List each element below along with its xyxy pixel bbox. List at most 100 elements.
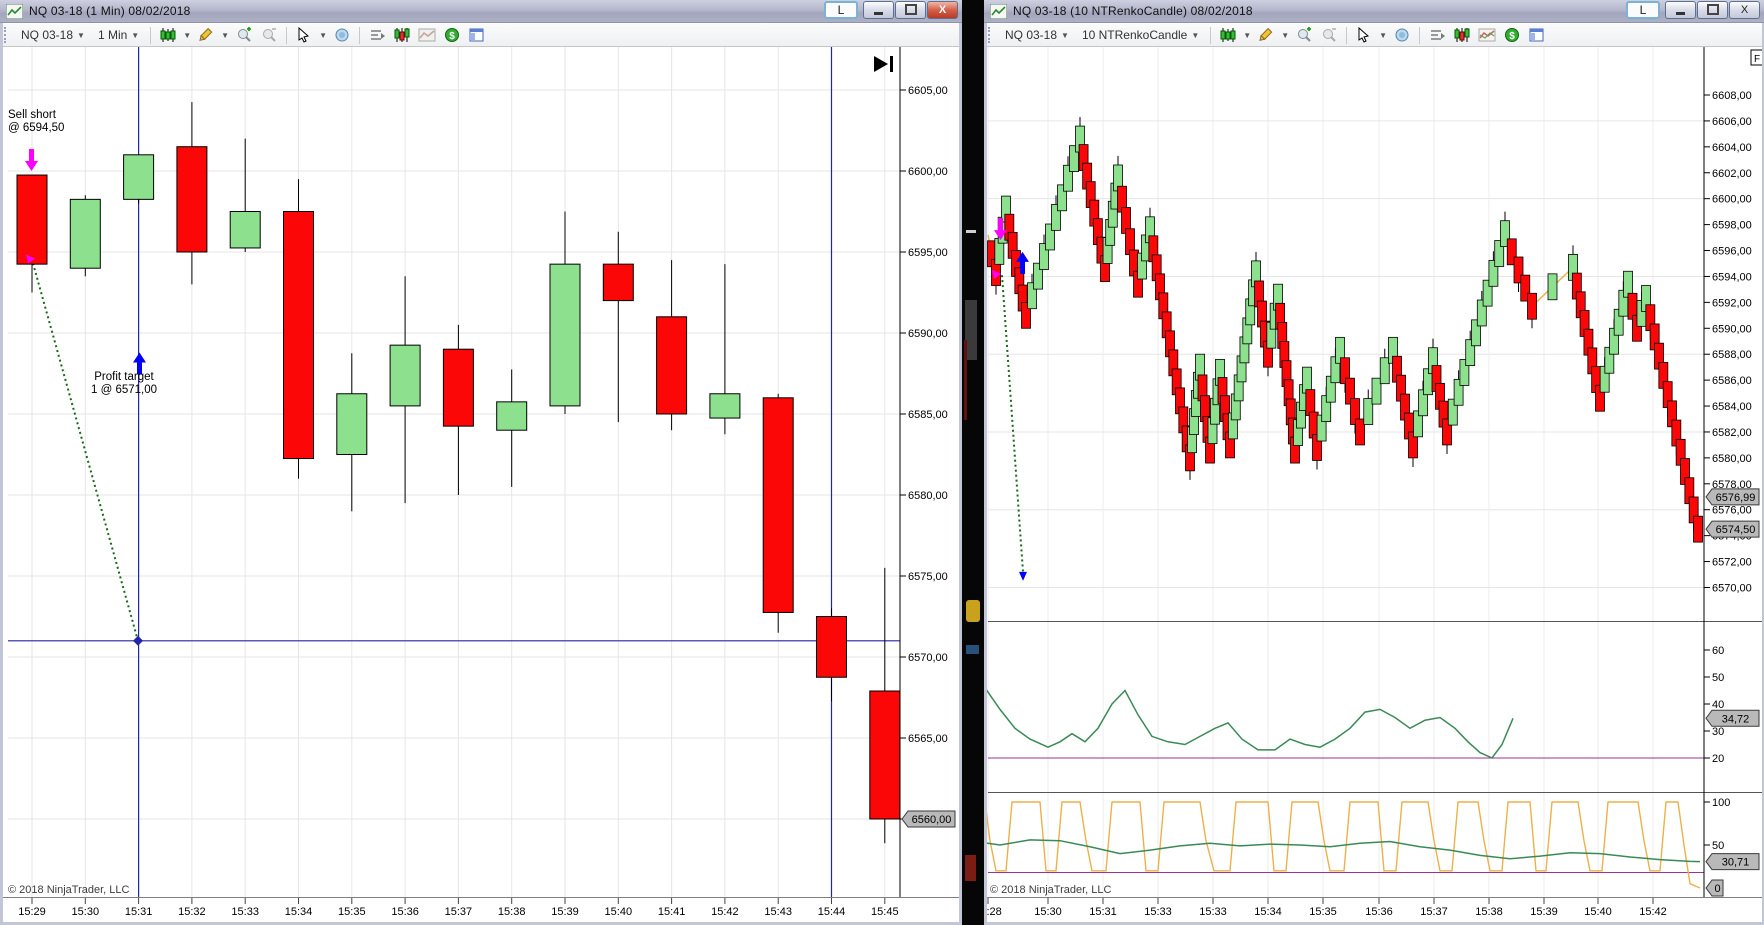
price-badge: 6576,99 xyxy=(1705,488,1760,506)
svg-text:6560,00: 6560,00 xyxy=(912,814,952,826)
svg-text:15:31: 15:31 xyxy=(1089,906,1117,918)
toolbar-separator xyxy=(1210,26,1212,44)
background-strip xyxy=(962,0,984,925)
svg-text:15:30: 15:30 xyxy=(1034,906,1062,918)
play-to-end-icon[interactable] xyxy=(874,56,893,72)
svg-text:15:31: 15:31 xyxy=(125,906,153,918)
background-artifact xyxy=(966,600,980,622)
chart-trader-button[interactable] xyxy=(1452,26,1472,44)
interval-selector[interactable]: 1 Min ▼ xyxy=(94,27,143,43)
background-artifact xyxy=(964,340,967,420)
chart-trader-button[interactable] xyxy=(392,26,412,44)
svg-text:6580,00: 6580,00 xyxy=(1712,453,1752,465)
svg-text:6600,00: 6600,00 xyxy=(908,166,948,178)
interval-selector[interactable]: 10 NTRenkoCandle ▼ xyxy=(1078,27,1203,43)
toolbar-renko: NQ 03-18 ▼ 10 NTRenkoCandle ▼ ▼ ▼ ▼ $ xyxy=(984,24,1764,47)
instrument-selector[interactable]: NQ 03-18 ▼ xyxy=(1001,27,1073,43)
data-series-button[interactable] xyxy=(1427,26,1447,44)
zoom-out-button[interactable] xyxy=(1319,26,1339,44)
chevron-down-icon[interactable]: ▼ xyxy=(319,31,327,40)
price-badge: 0 xyxy=(1705,879,1724,897)
titlebar-1min[interactable]: NQ 03-18 (1 Min) 08/02/2018 L X xyxy=(0,0,962,23)
properties-button[interactable] xyxy=(1527,26,1547,44)
svg-text:15:40: 15:40 xyxy=(1584,906,1612,918)
drawing-tools-button[interactable] xyxy=(1256,26,1276,44)
chevron-down-icon: ▼ xyxy=(131,30,140,40)
close-button[interactable]: X xyxy=(927,0,958,19)
svg-text:@ 6594,50: @ 6594,50 xyxy=(8,122,64,134)
minimize-button[interactable] xyxy=(1665,0,1696,19)
chevron-down-icon[interactable]: ▼ xyxy=(221,31,229,40)
svg-text:15:32: 15:32 xyxy=(178,906,206,918)
close-button[interactable]: X xyxy=(1729,0,1760,19)
svg-text:0: 0 xyxy=(1714,883,1720,895)
crosshair-button[interactable] xyxy=(1392,26,1412,44)
renko-chart[interactable]: 6608,00 6606,00 6604,00 6602,00 6600,00 6598,… xyxy=(984,47,1764,925)
session-vlines xyxy=(138,47,833,897)
price-badge: 30,71 xyxy=(1705,853,1760,871)
toolbar-separator xyxy=(1419,26,1421,44)
svg-text:$: $ xyxy=(1509,31,1515,42)
zoom-in-button[interactable] xyxy=(1294,26,1314,44)
toolbar-separator xyxy=(150,26,152,44)
price-axis: 6605,00 6600,00 6595,00 6590,00 6585,00 6580,… xyxy=(899,47,956,897)
dollar-button[interactable]: $ xyxy=(442,26,462,44)
chart-style-button[interactable] xyxy=(1218,26,1238,44)
svg-text:15:29: 15:29 xyxy=(18,906,46,918)
indicators-button[interactable] xyxy=(1477,26,1497,44)
svg-text:15:28: 15:28 xyxy=(984,906,1002,918)
toolbar-1min: NQ 03-18 ▼ 1 Min ▼ ▼ ▼ ▼ $ xyxy=(0,24,962,47)
toolbar-separator xyxy=(358,26,360,44)
svg-text:30,71: 30,71 xyxy=(1722,857,1750,869)
svg-text:$: $ xyxy=(449,31,455,42)
dollar-button[interactable]: $ xyxy=(1502,26,1522,44)
svg-text:15:39: 15:39 xyxy=(1530,906,1558,918)
svg-text:15:44: 15:44 xyxy=(818,906,846,918)
chevron-down-icon: ▼ xyxy=(1191,30,1200,40)
svg-text:15:38: 15:38 xyxy=(498,906,526,918)
indicator-line xyxy=(984,839,1701,863)
svg-text:Sell short: Sell short xyxy=(8,109,57,121)
zoom-in-button[interactable] xyxy=(234,26,254,44)
titlebar-renko[interactable]: NQ 03-18 (10 NTRenkoCandle) 08/02/2018 L… xyxy=(984,0,1764,23)
svg-text:6606,00: 6606,00 xyxy=(1712,116,1752,128)
drawing-tools-button[interactable] xyxy=(196,26,216,44)
window-controls: L X xyxy=(1626,0,1760,23)
price-chart-1min[interactable]: Sell short@ 6594,50 Profit target1 @ 6571… xyxy=(0,47,962,925)
chevron-down-icon[interactable]: ▼ xyxy=(1243,31,1251,40)
svg-text:6580,00: 6580,00 xyxy=(908,490,948,502)
link-button[interactable]: L xyxy=(824,0,858,19)
zoom-out-button[interactable] xyxy=(259,26,279,44)
svg-text:15:45: 15:45 xyxy=(871,906,899,918)
crosshair-button[interactable] xyxy=(332,26,352,44)
toolbar-grip[interactable] xyxy=(4,27,10,43)
chevron-down-icon[interactable]: ▼ xyxy=(1281,31,1289,40)
chevron-down-icon[interactable]: ▼ xyxy=(1379,31,1387,40)
restore-button[interactable] xyxy=(895,0,926,19)
exit-arrow xyxy=(1019,571,1027,581)
properties-button[interactable] xyxy=(467,26,487,44)
svg-text:6565,00: 6565,00 xyxy=(908,733,948,745)
cursor-button[interactable] xyxy=(294,26,314,44)
interval-label: 1 Min xyxy=(97,28,128,42)
time-axis: 15:29 15:30 15:31 15:32 15:33 15:34 15:35 15:36… xyxy=(0,897,962,918)
svg-text:6590,00: 6590,00 xyxy=(908,328,948,340)
svg-text:15:43: 15:43 xyxy=(764,906,792,918)
chart-style-button[interactable] xyxy=(158,26,178,44)
link-button[interactable]: L xyxy=(1626,0,1660,19)
price-badge: 6560,00 xyxy=(901,810,956,828)
svg-text:6608,00: 6608,00 xyxy=(1712,90,1752,102)
svg-text:6584,00: 6584,00 xyxy=(1712,401,1752,413)
svg-text:15:38: 15:38 xyxy=(1475,906,1503,918)
data-series-button[interactable] xyxy=(367,26,387,44)
toolbar-grip[interactable] xyxy=(988,27,994,43)
svg-text:6592,00: 6592,00 xyxy=(1712,297,1752,309)
indicators-button[interactable] xyxy=(417,26,437,44)
minimize-button[interactable] xyxy=(863,0,894,19)
toolbar-separator xyxy=(1346,26,1348,44)
restore-button[interactable] xyxy=(1697,0,1728,19)
instrument-selector[interactable]: NQ 03-18 ▼ xyxy=(17,27,89,43)
cursor-button[interactable] xyxy=(1354,26,1374,44)
chart-window-1min: NQ 03-18 (1 Min) 08/02/2018 L X NQ 03-18… xyxy=(0,0,962,925)
chevron-down-icon[interactable]: ▼ xyxy=(183,31,191,40)
